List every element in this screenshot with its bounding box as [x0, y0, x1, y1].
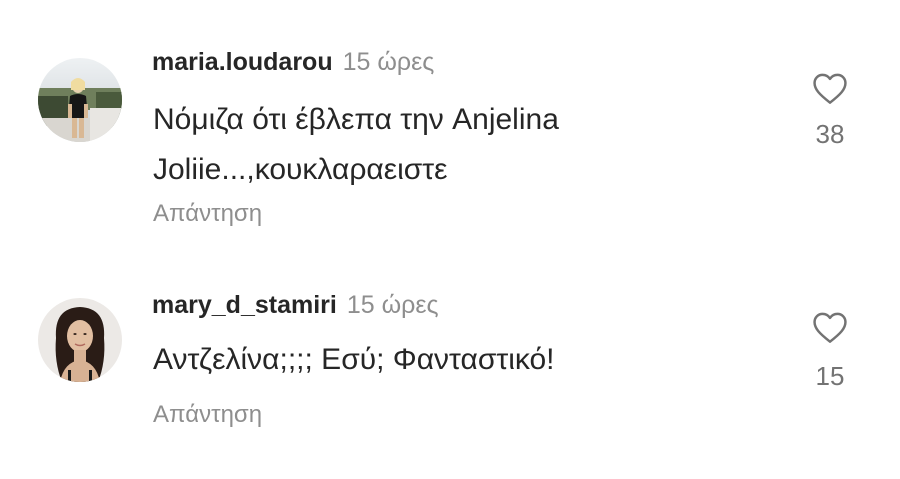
comment-item: maria.loudarou 15 ώρες Νόμιζα ότι έβλεπα …	[0, 0, 900, 250]
avatar-image	[38, 58, 122, 142]
username[interactable]: mary_d_stamiri	[152, 291, 337, 319]
comment-text: Αντζελίνα;;;; Εσύ; Φανταστικό!	[153, 343, 555, 376]
like-count: 15	[815, 361, 845, 391]
heart-outline-icon[interactable]	[811, 310, 849, 344]
comment-header: mary_d_stamiri 15 ώρες	[152, 293, 439, 318]
comment-header: maria.loudarou 15 ώρες	[152, 50, 434, 75]
heart-outline-icon[interactable]	[811, 71, 849, 105]
avatar-image	[38, 298, 122, 382]
avatar[interactable]	[38, 58, 122, 142]
avatar[interactable]	[38, 298, 122, 382]
comment-item: mary_d_stamiri 15 ώρες Αντζελίνα;;;; Εσύ;…	[0, 250, 900, 479]
comment-text: Νόμιζα ότι έβλεπα την Anjelina Joliie...…	[153, 103, 559, 186]
like-count: 38	[815, 119, 845, 149]
reply-button[interactable]: Απάντηση	[153, 403, 262, 427]
username[interactable]: maria.loudarou	[152, 48, 333, 76]
timestamp: 15 ώρες	[342, 48, 435, 76]
timestamp: 15 ώρες	[346, 291, 439, 319]
reply-button[interactable]: Απάντηση	[153, 202, 262, 226]
